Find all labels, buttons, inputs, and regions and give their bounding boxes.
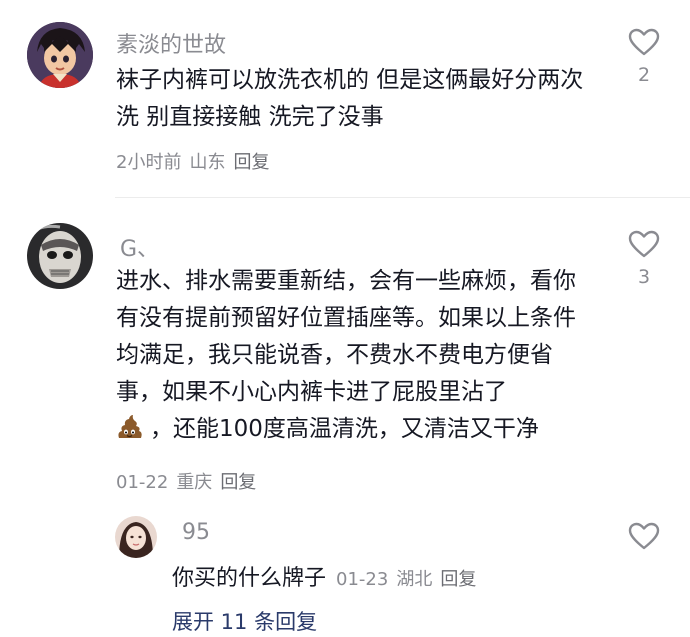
heart-icon [628,522,660,550]
like-button[interactable]: 2 [619,28,669,86]
comment-meta: 2小时前 山东 回复 [116,148,277,174]
comment-meta: 01-22 重庆 回复 [116,468,264,494]
reply-username[interactable]: 95 [182,520,210,545]
girl-photo-icon [115,516,157,558]
user-avatar[interactable] [115,516,157,558]
reply-text: 你买的什么牌子 [172,566,327,591]
user-avatar[interactable] [27,22,93,88]
comment-time: 2小时前 [116,152,182,173]
like-button[interactable]: 3 [619,230,669,288]
heart-icon [628,230,660,258]
reply-location: 湖北 [396,569,433,590]
comment-item: G、 进水、排水需要重新结，会有一些麻烦，看你有没有提前预留好位置插座等。如果以… [0,198,690,498]
like-count: 3 [637,266,651,288]
comment-time: 01-22 [116,472,169,493]
reply-time: 01-23 [336,569,389,590]
masked-face-icon [27,223,93,289]
like-count: 2 [637,64,651,86]
comment-item: 素淡的世故 袜子内裤可以放洗衣机的 但是这俩最好分两次洗 别直接接触 洗完了没事… [0,0,690,196]
reply-button[interactable]: 回复 [440,569,476,590]
comment-text-main: 进水、排水需要重新结，会有一些麻烦，看你有没有提前预留好位置插座等。如果以上条件… [116,268,576,405]
comment-text: 进水、排水需要重新结，会有一些麻烦，看你有没有提前预留好位置插座等。如果以上条件… [116,263,596,452]
poop-emoji-icon [116,414,144,452]
comment-text-after-emoji: ，还能100度高温清洗，又清洁又干净 [150,416,539,442]
anime-character-icon [27,22,93,88]
reply-item: 95 你买的什么牌子 01-23 湖北 回复 [0,510,690,592]
heart-icon [628,28,660,56]
reply-button[interactable]: 回复 [233,152,269,173]
reply-button[interactable]: 回复 [220,472,256,493]
comment-username[interactable]: 素淡的世故 [116,27,226,59]
like-button[interactable] [619,522,669,550]
reply-body: 你买的什么牌子 01-23 湖北 回复 [172,560,484,592]
comment-text: 袜子内裤可以放洗衣机的 但是这俩最好分两次洗 别直接接触 洗完了没事 [116,67,584,130]
comment-location: 重庆 [176,472,213,493]
comment-username[interactable]: G、 [120,231,159,263]
expand-replies-button[interactable]: 展开 11 条回复 [172,606,317,636]
comment-location: 山东 [189,152,226,173]
user-avatar[interactable] [27,223,93,289]
